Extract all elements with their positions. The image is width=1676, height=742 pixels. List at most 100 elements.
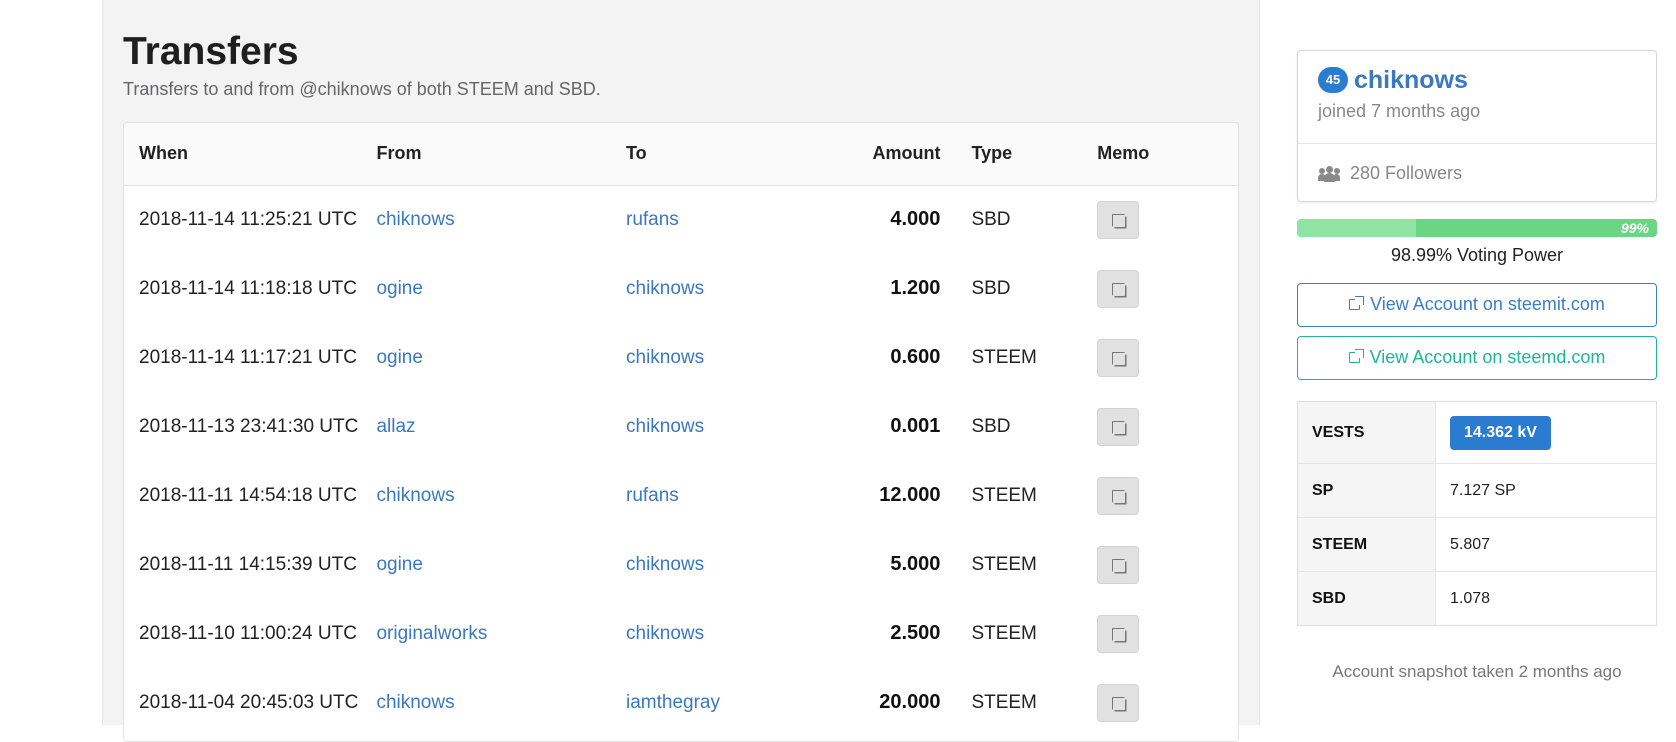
column-header-from[interactable]: From xyxy=(361,123,611,185)
transfer-to-link[interactable]: chiknows xyxy=(626,416,704,437)
stats-row-sp: SP 7.127 SP xyxy=(1297,463,1657,518)
transfer-to-link[interactable]: chiknows xyxy=(626,347,704,368)
transfer-type: SBD xyxy=(971,415,1011,437)
reputation-badge: 45 xyxy=(1318,67,1348,93)
stats-row-sbd: SBD 1.078 xyxy=(1297,571,1657,626)
transfer-type: STEEM xyxy=(971,484,1037,506)
transfer-type: SBD xyxy=(971,277,1011,299)
joined-date: joined 7 months ago xyxy=(1318,101,1481,121)
memo-icon[interactable] xyxy=(1097,200,1140,239)
stats-row-vests: VESTS 14.362 kV xyxy=(1297,401,1657,464)
snapshot-note: Account snapshot taken 2 months ago xyxy=(1332,662,1622,681)
transfer-amount: 2.500 xyxy=(890,622,941,644)
stats-value: 7.127 SP xyxy=(1435,463,1657,518)
transfer-type: STEEM xyxy=(971,346,1037,368)
transfer-to-link[interactable]: rufans xyxy=(626,485,679,506)
column-header-to[interactable]: To xyxy=(611,123,860,185)
transfer-from-link[interactable]: chiknows xyxy=(376,692,454,713)
external-link-icon xyxy=(1348,349,1364,364)
transfers-table-container: When From To Amount Type Memo 2018-11-14… xyxy=(123,122,1239,742)
transfer-amount: 0.001 xyxy=(890,415,941,437)
table-header-row: When From To Amount Type Memo xyxy=(124,123,1238,185)
table-row: 2018-11-14 11:25:21 UTC chiknows rufans 4.0… xyxy=(124,185,1238,254)
voting-power-bar: 99% xyxy=(1297,219,1657,237)
table-row: 2018-11-11 14:54:18 UTC chiknows rufans 12.… xyxy=(124,461,1238,530)
transfer-amount: 20.000 xyxy=(879,691,941,713)
memo-icon[interactable] xyxy=(1097,476,1140,515)
transfer-type: STEEM xyxy=(971,553,1037,575)
transfer-when: 2018-11-14 11:18:18 UTC xyxy=(139,277,357,299)
memo-icon[interactable] xyxy=(1097,407,1140,446)
stats-key: VESTS xyxy=(1297,401,1436,464)
transfer-when: 2018-11-04 20:45:03 UTC xyxy=(139,691,359,713)
voting-power-fill xyxy=(1297,219,1416,237)
transfer-amount: 4.000 xyxy=(890,208,941,231)
page-title: Transfers xyxy=(123,30,299,73)
transfer-when: 2018-11-14 11:17:21 UTC xyxy=(139,346,357,368)
transfer-to-link[interactable]: chiknows xyxy=(626,554,704,575)
column-header-when[interactable]: When xyxy=(124,123,361,185)
column-header-type[interactable]: Type xyxy=(956,123,1082,185)
column-header-amount[interactable]: Amount xyxy=(860,123,956,185)
profile-divider xyxy=(1298,143,1656,144)
view-on-steemit-button[interactable]: View Account on steemit.com xyxy=(1297,283,1657,327)
view-on-steemd-button[interactable]: View Account on steemd.com xyxy=(1297,336,1657,380)
transfer-to-link[interactable]: iamthegray xyxy=(626,692,720,713)
table-body: 2018-11-14 11:25:21 UTC chiknows rufans 4.0… xyxy=(124,185,1238,737)
table-row: 2018-11-14 11:17:21 UTC ogine chiknows 0.60… xyxy=(124,323,1238,392)
account-stats-table: VESTS 14.362 kV SP 7.127 SP STEEM 5.807 … xyxy=(1297,401,1657,626)
transfer-when: 2018-11-11 14:15:39 UTC xyxy=(139,553,357,575)
stats-value: 5.807 xyxy=(1435,517,1657,572)
table-row: 2018-11-11 14:15:39 UTC ogine chiknows 5.00… xyxy=(124,530,1238,599)
voting-power-percent: 99% xyxy=(1620,220,1649,236)
transfer-when: 2018-11-13 23:41:30 UTC xyxy=(139,415,359,437)
followers-label: 280 Followers xyxy=(1350,163,1463,183)
memo-icon[interactable] xyxy=(1097,338,1140,377)
transfer-from-link[interactable]: ogine xyxy=(376,347,423,368)
transfer-amount: 5.000 xyxy=(890,553,941,575)
profile-name-link[interactable]: chiknows xyxy=(1354,66,1468,95)
vests-badge[interactable]: 14.362 kV xyxy=(1450,415,1551,450)
column-header-memo[interactable]: Memo xyxy=(1082,123,1238,185)
profile-card: 45 chiknows joined 7 months ago 280 Foll… xyxy=(1297,50,1657,202)
transfer-amount: 12.000 xyxy=(879,484,941,506)
users-icon xyxy=(1318,165,1340,182)
stats-value: 1.078 xyxy=(1450,589,1491,607)
main-panel: Transfers Transfers to and from @chiknow… xyxy=(102,0,1260,742)
voting-power-label: 98.99% Voting Power xyxy=(1390,245,1564,265)
page-subtitle: Transfers to and from @chiknows of both … xyxy=(123,79,601,99)
transfer-from-link[interactable]: chiknows xyxy=(376,209,454,230)
memo-icon[interactable] xyxy=(1097,614,1140,653)
stats-key: SBD xyxy=(1297,571,1436,626)
transfer-when: 2018-11-11 14:54:18 UTC xyxy=(139,484,357,506)
memo-icon[interactable] xyxy=(1097,683,1140,722)
transfers-table: When From To Amount Type Memo 2018-11-14… xyxy=(124,123,1238,737)
transfer-type: SBD xyxy=(971,208,1011,230)
followers-count[interactable]: 280 Followers xyxy=(1318,163,1462,184)
transfer-amount: 1.200 xyxy=(890,277,941,299)
transfer-to-link[interactable]: chiknows xyxy=(626,623,704,644)
table-row: 2018-11-13 23:41:30 UTC allaz chiknows 0.00… xyxy=(124,392,1238,461)
steemit-button-label: View Account on steemit.com xyxy=(1370,294,1605,314)
table-row: 2018-11-04 20:45:03 UTC chiknows iamthegra… xyxy=(124,668,1238,737)
transfer-type: STEEM xyxy=(971,622,1037,644)
transfer-from-link[interactable]: originalworks xyxy=(376,623,487,644)
transfer-from-link[interactable]: ogine xyxy=(376,554,423,575)
transfer-when: 2018-11-10 11:00:24 UTC xyxy=(139,622,357,644)
transfer-amount: 0.600 xyxy=(890,346,941,368)
stats-row-steem: STEEM 5.807 xyxy=(1297,517,1657,572)
transfer-when: 2018-11-14 11:25:21 UTC xyxy=(139,208,357,230)
stats-key: SP xyxy=(1297,463,1436,518)
transfer-type: STEEM xyxy=(971,691,1037,713)
table-row: 2018-11-10 11:00:24 UTC originalworks chik… xyxy=(124,599,1238,668)
transfer-from-link[interactable]: ogine xyxy=(376,278,423,299)
table-row: 2018-11-14 11:18:18 UTC ogine chiknows 1.20… xyxy=(124,254,1238,323)
transfer-from-link[interactable]: chiknows xyxy=(376,485,454,506)
transfer-to-link[interactable]: chiknows xyxy=(626,278,704,299)
external-link-icon xyxy=(1349,296,1365,311)
transfer-to-link[interactable]: rufans xyxy=(626,209,679,230)
memo-icon[interactable] xyxy=(1097,269,1140,308)
steemd-button-label: View Account on steemd.com xyxy=(1369,347,1606,367)
memo-icon[interactable] xyxy=(1097,545,1140,584)
transfer-from-link[interactable]: allaz xyxy=(376,416,415,437)
